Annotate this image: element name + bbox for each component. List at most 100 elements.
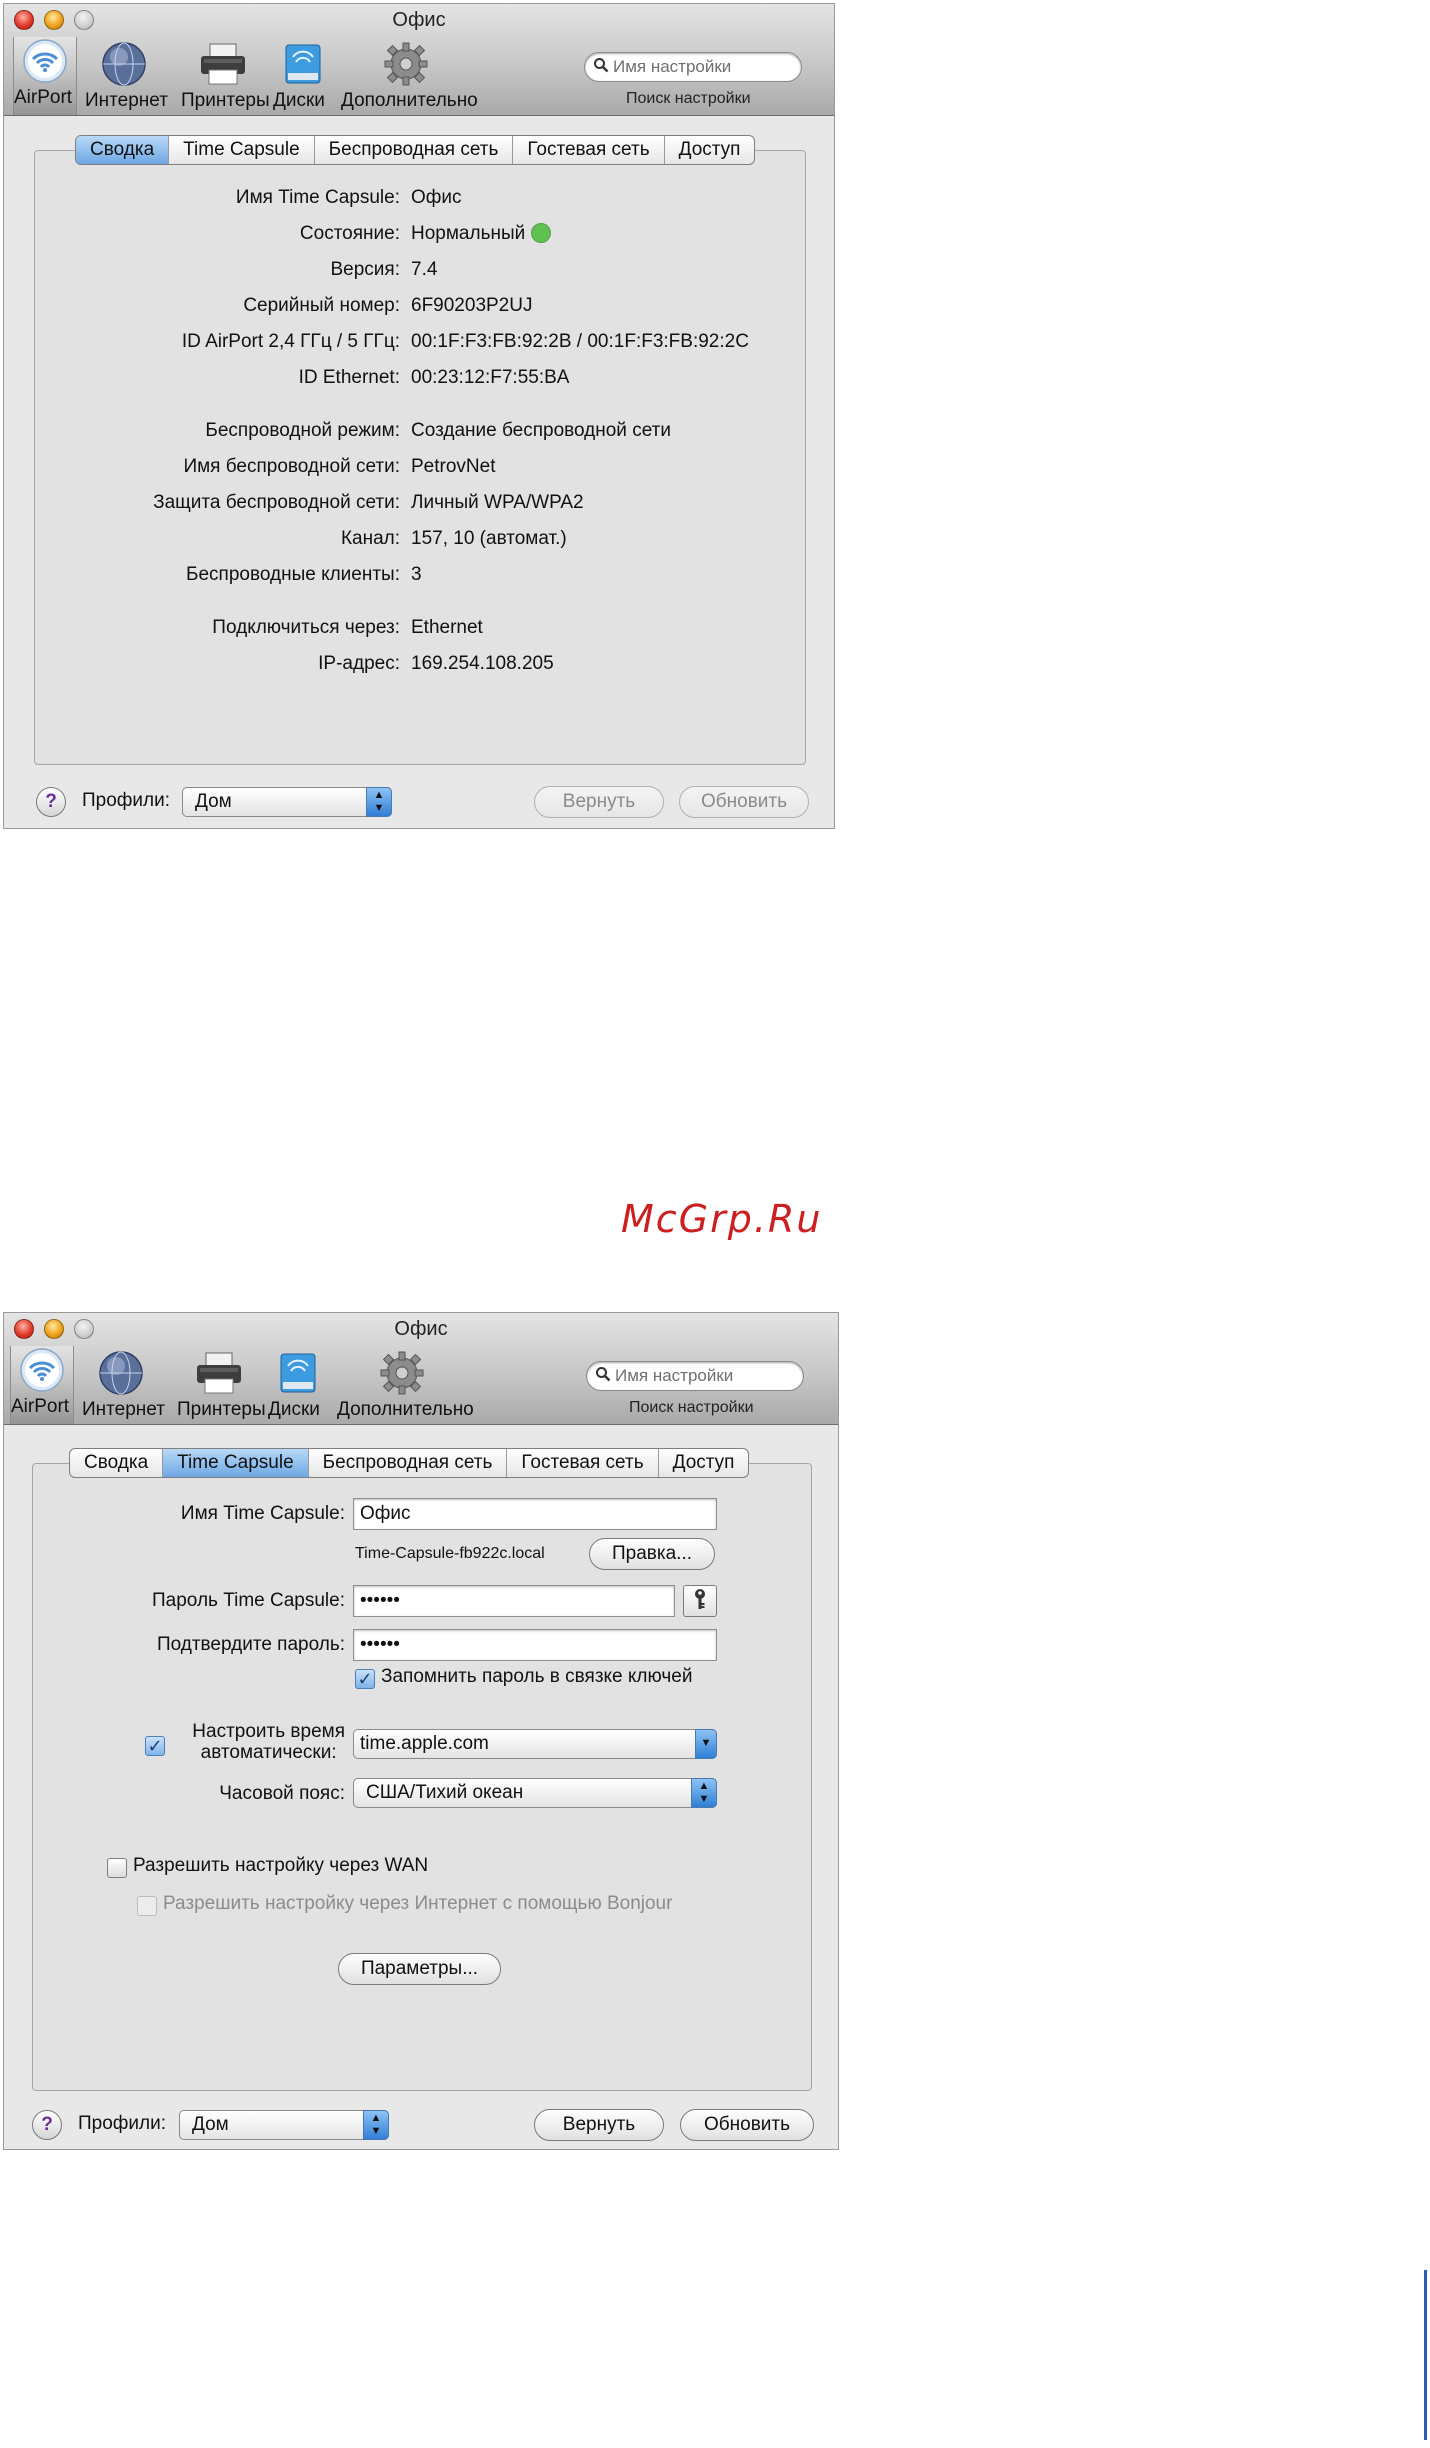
toolbar-item-advanced[interactable]: Дополнительно xyxy=(337,1349,474,1423)
footer: ? Профили: Дом ▲ ▼ Вернуть Обновить xyxy=(4,2107,838,2147)
search-icon xyxy=(593,57,609,78)
revert-button[interactable]: Вернуть xyxy=(534,2109,664,2141)
summary-row: Канал: 157, 10 (автомат.) xyxy=(340,528,567,549)
popup-arrows-icon: ▲ ▼ xyxy=(363,2110,389,2140)
key-icon xyxy=(693,1589,707,1611)
airport-icon xyxy=(20,37,70,85)
popup-arrows-icon: ▲ ▼ xyxy=(366,787,392,817)
toolbar: Офис AirPort Интернет Принтеры Диски Доп… xyxy=(4,4,834,116)
globe-icon xyxy=(99,40,149,88)
toolbar-item-disks[interactable]: Диски xyxy=(273,40,333,114)
summary-row: Беспроводной режим: Создание беспроводной… xyxy=(205,420,671,441)
timezone-popup[interactable]: США/Тихий океан ▲ ▼ xyxy=(353,1778,717,1808)
tab-wireless[interactable]: Беспроводная сеть xyxy=(307,1449,507,1477)
globe-icon xyxy=(96,1349,146,1397)
hostname-text: Time-Capsule-fb922c.local xyxy=(355,1545,545,1562)
remember-password-checkbox[interactable]: ✓ xyxy=(355,1669,375,1689)
summary-row: ID AirPort 2,4 ГГц / 5 ГГц: 00:1F:F3:FB:9… xyxy=(181,331,749,352)
password-field[interactable]: •••••• xyxy=(353,1585,675,1617)
profiles-label: Профили: xyxy=(82,790,171,811)
disk-icon xyxy=(273,1349,323,1397)
toolbar-item-internet[interactable]: Интернет xyxy=(85,40,168,114)
summary-row: IP-адрес: 169.254.108.205 xyxy=(318,653,554,674)
auto-time-label: Настроить время автоматически: xyxy=(192,1721,345,1763)
password-label: Пароль Time Capsule: xyxy=(152,1590,345,1611)
search-icon xyxy=(595,1366,611,1387)
help-button[interactable]: ? xyxy=(32,2110,62,2140)
summary-row: ID Ethernet: 00:23:12:F7:55:BA xyxy=(298,367,570,388)
summary-row: Беспроводные клиенты: 3 xyxy=(186,564,422,585)
search-label: Поиск настройки xyxy=(626,90,751,107)
edit-button[interactable]: Правка... xyxy=(589,1538,715,1570)
gear-icon xyxy=(377,1349,427,1397)
tab-access[interactable]: Доступ xyxy=(663,136,755,164)
revert-button[interactable]: Вернуть xyxy=(534,786,664,818)
search-input[interactable] xyxy=(611,1366,795,1386)
summary-row: Состояние: Нормальный xyxy=(4,221,834,247)
printer-icon xyxy=(198,40,248,88)
summary-window: Офис AirPort Интернет Принтеры Диски Доп… xyxy=(3,3,835,829)
popup-arrows-icon: ▲ ▼ xyxy=(691,1778,717,1808)
profile-popup[interactable]: Дом ▲ ▼ xyxy=(182,787,392,817)
time-server-combo[interactable]: time.apple.com ▼ xyxy=(353,1729,717,1759)
summary-row: Имя Time Capsule: Офис xyxy=(235,187,462,208)
printer-icon xyxy=(194,1349,244,1397)
airport-icon xyxy=(17,1346,67,1394)
update-button[interactable]: Обновить xyxy=(679,786,809,818)
remember-password-label: Запомнить пароль в связке ключей xyxy=(381,1666,693,1687)
summary-row: Подключиться через: Ethernet xyxy=(212,617,483,638)
bonjour-label: Разрешить настройку через Интернет с пом… xyxy=(163,1893,673,1914)
help-button[interactable]: ? xyxy=(36,787,66,817)
tab-bar: Сводка Time Capsule Беспроводная сеть Го… xyxy=(69,1448,750,1478)
summary-row: Имя беспроводной сети: PetrovNet xyxy=(183,456,496,477)
window-title: Офис xyxy=(394,1318,448,1340)
wan-config-label: Разрешить настройку через WAN xyxy=(133,1855,429,1876)
profiles-label: Профили: xyxy=(78,2113,167,2134)
page-edge-bar xyxy=(1424,2270,1427,2440)
parameters-button[interactable]: Параметры... xyxy=(338,1953,501,1985)
tab-bar: Сводка Time Capsule Беспроводная сеть Го… xyxy=(75,135,756,165)
time-capsule-window: Офис AirPort Интернет Принтеры Диски Доп… xyxy=(3,1312,839,2150)
tab-guest[interactable]: Гостевая сеть xyxy=(512,136,663,164)
confirm-password-field[interactable]: •••••• xyxy=(353,1629,717,1661)
search-label: Поиск настройки xyxy=(629,1399,754,1416)
name-field[interactable]: Офис xyxy=(353,1498,717,1530)
tab-time-capsule[interactable]: Time Capsule xyxy=(168,136,314,164)
summary-row: Версия: 7.4 xyxy=(330,259,438,280)
summary-row: Серийный номер: 6F90203P2UJ xyxy=(243,295,533,316)
keychain-button[interactable] xyxy=(683,1585,717,1617)
wan-config-checkbox[interactable] xyxy=(107,1858,127,1878)
profile-popup[interactable]: Дом ▲ ▼ xyxy=(179,2110,389,2140)
name-label: Имя Time Capsule: xyxy=(180,1503,345,1524)
toolbar-item-advanced[interactable]: Дополнительно xyxy=(341,40,478,114)
auto-time-checkbox[interactable]: ✓ xyxy=(145,1736,165,1756)
gear-icon xyxy=(381,40,431,88)
search-field[interactable] xyxy=(586,1361,804,1391)
confirm-label: Подтвердите пароль: xyxy=(156,1634,345,1655)
tab-summary[interactable]: Сводка xyxy=(70,1449,162,1477)
tab-guest[interactable]: Гостевая сеть xyxy=(506,1449,657,1477)
update-button[interactable]: Обновить xyxy=(680,2109,814,2141)
toolbar-item-airport[interactable]: AirPort xyxy=(10,1346,74,1424)
footer: ? Профили: Дом ▲ ▼ Вернуть Обновить xyxy=(4,784,834,824)
toolbar-item-printers[interactable]: Принтеры xyxy=(177,1349,266,1423)
search-field[interactable] xyxy=(584,52,802,82)
window-title: Офис xyxy=(392,9,446,31)
toolbar-item-airport[interactable]: AirPort xyxy=(13,37,77,115)
disk-icon xyxy=(278,40,328,88)
watermark: McGrp.Ru xyxy=(621,1197,823,1241)
timezone-label: Часовой пояс: xyxy=(219,1783,345,1804)
tab-access[interactable]: Доступ xyxy=(657,1449,749,1477)
toolbar-item-internet[interactable]: Интернет xyxy=(82,1349,165,1423)
toolbar-item-printers[interactable]: Принтеры xyxy=(181,40,270,114)
bonjour-checkbox[interactable] xyxy=(137,1896,157,1916)
status-indicator xyxy=(531,223,552,243)
summary-row: Защита беспроводной сети: Личный WPA/WPA2 xyxy=(153,492,584,513)
search-input[interactable] xyxy=(609,57,793,77)
tab-wireless[interactable]: Беспроводная сеть xyxy=(313,136,513,164)
toolbar: Офис AirPort Интернет Принтеры Диски Доп… xyxy=(4,1313,838,1425)
dropdown-arrow-icon: ▼ xyxy=(695,1729,717,1759)
toolbar-item-disks[interactable]: Диски xyxy=(268,1349,328,1423)
tab-time-capsule[interactable]: Time Capsule xyxy=(162,1449,308,1477)
tab-summary[interactable]: Сводка xyxy=(76,136,169,164)
